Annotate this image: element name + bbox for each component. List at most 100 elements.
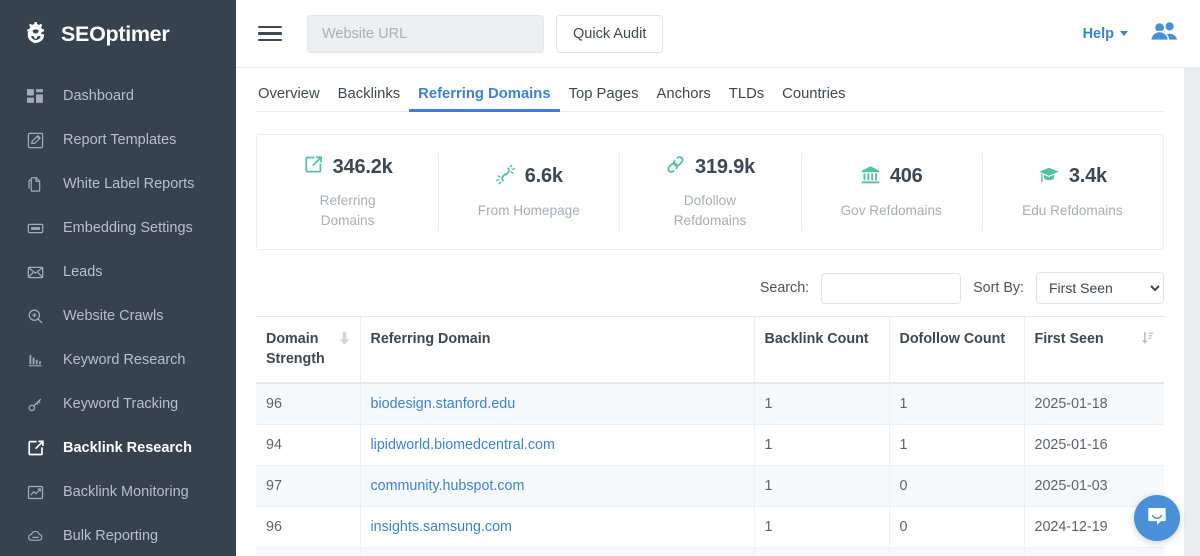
stat-edu-refdomains: 3.4k Edu Refdomains bbox=[982, 135, 1163, 249]
sidebar-item-dashboard[interactable]: Dashboard bbox=[0, 74, 236, 118]
broken-link-icon bbox=[495, 164, 516, 190]
topbar: Quick Audit Help bbox=[236, 0, 1200, 68]
cell-dofollow-count: 0 bbox=[889, 466, 1024, 507]
cell-first-seen: 2025-01-16 bbox=[1024, 425, 1164, 466]
table-body: 96 biodesign.stanford.edu 1 1 2025-01-18… bbox=[256, 383, 1164, 556]
sidebar-item-label: Keyword Tracking bbox=[63, 396, 178, 412]
cell-referring-domain: biodesign.stanford.edu bbox=[360, 383, 754, 425]
chat-bubble-icon bbox=[1146, 505, 1168, 532]
tab-referring-domains[interactable]: Referring Domains bbox=[409, 87, 559, 111]
table-row[interactable]: 96 biodesign.stanford.edu 1 1 2025-01-18 bbox=[256, 383, 1164, 425]
sidebar-item-label: Report Templates bbox=[63, 132, 176, 148]
stat-value: 406 bbox=[890, 165, 923, 188]
tab-bar: Overview Backlinks Referring Domains Top… bbox=[256, 68, 1164, 112]
line-chart-icon bbox=[26, 483, 45, 502]
sidebar-item-label: Dashboard bbox=[63, 88, 134, 104]
table-row[interactable]: 97 heal.nih.gov 2 2 2024-12-13 bbox=[256, 548, 1164, 556]
app-root: SEOptimer Dashboard Report Templates Whi… bbox=[0, 0, 1200, 556]
tab-tlds[interactable]: TLDs bbox=[720, 87, 773, 111]
sidebar-item-website-crawls[interactable]: Website Crawls bbox=[0, 294, 236, 338]
column-label: First Seen bbox=[1035, 329, 1104, 349]
sort-by-label: Sort By: bbox=[973, 280, 1024, 296]
hamburger-icon[interactable] bbox=[258, 21, 284, 47]
sidebar-item-backlink-research[interactable]: Backlink Research bbox=[0, 426, 236, 470]
table-row[interactable]: 96 insights.samsung.com 1 0 2024-12-19 bbox=[256, 507, 1164, 548]
column-domain-strength[interactable]: Domain Strength bbox=[256, 317, 360, 384]
sidebar-item-embedding-settings[interactable]: Embedding Settings bbox=[0, 206, 236, 250]
cell-domain-strength: 96 bbox=[256, 507, 360, 548]
magnifier-plus-icon bbox=[26, 307, 45, 326]
column-label: Referring Domain bbox=[371, 329, 744, 349]
tab-overview[interactable]: Overview bbox=[256, 87, 329, 111]
sidebar-item-label: Website Crawls bbox=[63, 308, 163, 324]
column-referring-domain[interactable]: Referring Domain bbox=[360, 317, 754, 384]
panel: Overview Backlinks Referring Domains Top… bbox=[236, 68, 1184, 556]
stats-section: 346.2k Referring Domains bbox=[256, 112, 1164, 250]
sidebar-item-keyword-tracking[interactable]: Keyword Tracking bbox=[0, 382, 236, 426]
quick-audit-button[interactable]: Quick Audit bbox=[556, 15, 663, 53]
sort-by-select[interactable]: First Seen bbox=[1036, 272, 1164, 304]
chevron-down-icon bbox=[1120, 31, 1128, 36]
sidebar-item-label: Embedding Settings bbox=[63, 220, 193, 236]
key-icon bbox=[26, 395, 45, 414]
main-area: Quick Audit Help bbox=[236, 0, 1200, 556]
stat-label: From Homepage bbox=[478, 201, 580, 220]
stat-top: 319.9k bbox=[665, 154, 755, 180]
column-first-seen[interactable]: First Seen bbox=[1024, 317, 1164, 384]
external-link-icon bbox=[26, 439, 45, 458]
domain-link[interactable]: insights.samsung.com bbox=[371, 519, 512, 535]
column-dofollow-count[interactable]: Dofollow Count bbox=[889, 317, 1024, 384]
sidebar-item-keyword-research[interactable]: Keyword Research bbox=[0, 338, 236, 382]
brand-logo-block[interactable]: SEOptimer bbox=[0, 0, 236, 68]
domain-link[interactable]: lipidworld.biomedcentral.com bbox=[371, 437, 555, 453]
stat-value: 346.2k bbox=[333, 156, 393, 179]
cloud-icon bbox=[26, 527, 45, 546]
cell-dofollow-count: 2 bbox=[889, 548, 1024, 556]
cell-referring-domain: heal.nih.gov bbox=[360, 548, 754, 556]
domain-link[interactable]: community.hubspot.com bbox=[371, 478, 525, 494]
column-backlink-count[interactable]: Backlink Count bbox=[754, 317, 889, 384]
referring-domains-table: Domain Strength Referring Domain bbox=[256, 316, 1164, 556]
cell-referring-domain: lipidworld.biomedcentral.com bbox=[360, 425, 754, 466]
cell-dofollow-count: 1 bbox=[889, 425, 1024, 466]
stat-top: 3.4k bbox=[1038, 164, 1107, 190]
sidebar-item-leads[interactable]: Leads bbox=[0, 250, 236, 294]
tab-anchors[interactable]: Anchors bbox=[648, 87, 720, 111]
cell-domain-strength: 97 bbox=[256, 466, 360, 507]
stat-value: 3.4k bbox=[1069, 165, 1107, 188]
documents-icon bbox=[26, 175, 45, 194]
cell-domain-strength: 94 bbox=[256, 425, 360, 466]
stat-gov-refdomains: 406 Gov Refdomains bbox=[801, 135, 982, 249]
users-icon[interactable] bbox=[1150, 20, 1178, 47]
table-row[interactable]: 94 lipidworld.biomedcentral.com 1 1 2025… bbox=[256, 425, 1164, 466]
stat-referring-domains: 346.2k Referring Domains bbox=[257, 135, 438, 249]
table-row[interactable]: 97 community.hubspot.com 1 0 2025-01-03 bbox=[256, 466, 1164, 507]
chat-launcher-button[interactable] bbox=[1134, 495, 1180, 541]
arrow-down-icon bbox=[339, 331, 350, 352]
sidebar-item-white-label-reports[interactable]: White Label Reports bbox=[0, 162, 236, 206]
stat-label: Referring Domains bbox=[293, 191, 403, 230]
stat-label: Dofollow Refdomains bbox=[655, 191, 765, 230]
sidebar-nav: Dashboard Report Templates White Label R… bbox=[0, 68, 236, 556]
tab-countries[interactable]: Countries bbox=[773, 87, 854, 111]
sidebar-item-backlink-monitoring[interactable]: Backlink Monitoring bbox=[0, 470, 236, 514]
sidebar-item-report-templates[interactable]: Report Templates bbox=[0, 118, 236, 162]
cell-dofollow-count: 1 bbox=[889, 383, 1024, 425]
stat-top: 406 bbox=[860, 164, 923, 190]
cell-backlink-count: 1 bbox=[754, 383, 889, 425]
sidebar-item-bulk-reporting[interactable]: Bulk Reporting bbox=[0, 514, 236, 556]
search-input[interactable] bbox=[307, 15, 544, 53]
tab-top-pages[interactable]: Top Pages bbox=[560, 87, 648, 111]
cell-domain-strength: 97 bbox=[256, 548, 360, 556]
pencil-square-icon bbox=[26, 131, 45, 150]
tab-backlinks[interactable]: Backlinks bbox=[329, 87, 410, 111]
external-link-icon bbox=[303, 154, 324, 180]
cell-backlink-count: 2 bbox=[754, 548, 889, 556]
table-search-input[interactable] bbox=[821, 273, 961, 304]
gear-refresh-icon bbox=[22, 19, 52, 49]
help-menu[interactable]: Help bbox=[1083, 26, 1128, 42]
column-label: Dofollow Count bbox=[900, 329, 1014, 349]
sidebar-item-label: White Label Reports bbox=[63, 176, 194, 192]
search-label: Search: bbox=[760, 280, 809, 296]
domain-link[interactable]: biodesign.stanford.edu bbox=[371, 396, 516, 412]
